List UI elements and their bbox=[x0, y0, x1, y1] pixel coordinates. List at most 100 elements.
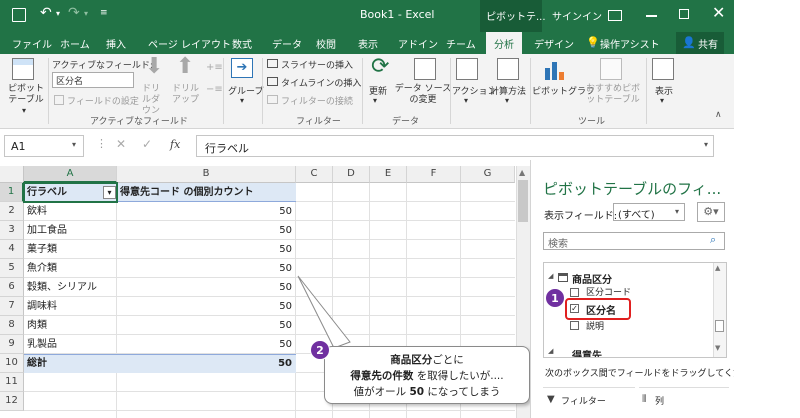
tab-formulas[interactable]: 数式 bbox=[232, 36, 252, 51]
row-value[interactable]: 50 bbox=[117, 297, 296, 316]
row-value[interactable]: 50 bbox=[117, 202, 296, 221]
collapse-field-icon[interactable]: −≡ bbox=[206, 84, 223, 95]
row-header[interactable]: 11 bbox=[0, 373, 24, 392]
scroll-up-icon[interactable]: ▲ bbox=[519, 168, 525, 177]
tab-data[interactable]: データ bbox=[272, 36, 302, 51]
row-label[interactable]: 菓子類 bbox=[27, 240, 57, 259]
name-box-dropdown-icon[interactable]: ▾ bbox=[72, 140, 76, 149]
table-collapse-icon[interactable]: ◢ bbox=[548, 272, 553, 280]
minimize-icon[interactable] bbox=[646, 15, 657, 17]
refresh-button[interactable]: 更新 bbox=[369, 84, 387, 97]
value-header[interactable]: 得意先コード の個別カウント bbox=[120, 183, 253, 202]
tab-file[interactable]: ファイル bbox=[12, 36, 52, 51]
recommended-pivot-button[interactable]: おすすめピボットテーブル bbox=[582, 84, 644, 106]
group-dropdown-icon[interactable]: ▾ bbox=[240, 96, 244, 105]
expand-field-icon[interactable]: +≡ bbox=[206, 62, 223, 73]
tab-design[interactable]: デザイン bbox=[534, 36, 574, 51]
total-label[interactable]: 総計 bbox=[27, 354, 47, 373]
drillup-icon[interactable]: ⬆ bbox=[176, 54, 194, 79]
col-header-d[interactable]: D bbox=[333, 166, 370, 183]
tab-insert[interactable]: 挿入 bbox=[106, 36, 126, 51]
row-header[interactable]: 8 bbox=[0, 316, 24, 335]
group-button[interactable]: グループ bbox=[228, 84, 263, 97]
field-list-scroll-up-icon[interactable]: ▲ bbox=[715, 264, 720, 272]
row-header[interactable]: 5 bbox=[0, 259, 24, 278]
insert-slicer-button[interactable]: スライサーの挿入 bbox=[281, 58, 353, 71]
col-header-a[interactable]: A bbox=[24, 166, 117, 183]
tab-analyze[interactable]: 分析 bbox=[486, 32, 522, 54]
scroll-thumb[interactable] bbox=[518, 180, 528, 222]
undo-dropdown-icon[interactable]: ▾ bbox=[56, 9, 60, 18]
row-header[interactable]: 9 bbox=[0, 335, 24, 354]
col-header-f[interactable]: F bbox=[407, 166, 461, 183]
field-list-scroll-down-icon[interactable]: ▼ bbox=[715, 344, 720, 352]
row-label[interactable]: 魚介類 bbox=[27, 259, 57, 278]
insert-timeline-button[interactable]: タイムラインの挿入 bbox=[281, 76, 361, 89]
tab-review[interactable]: 校閲 bbox=[316, 36, 336, 51]
action-icon[interactable] bbox=[456, 58, 478, 80]
redo-dropdown-icon[interactable]: ▾ bbox=[84, 9, 88, 18]
field-checkbox[interactable] bbox=[570, 288, 579, 297]
col-header-c[interactable]: C bbox=[296, 166, 333, 183]
expand-formula-icon[interactable]: ▾ bbox=[704, 140, 708, 149]
row-value[interactable]: 50 bbox=[117, 316, 296, 335]
row-header[interactable]: 10 bbox=[0, 354, 24, 373]
share-button[interactable]: 共有 bbox=[698, 36, 718, 51]
refresh-dropdown-icon[interactable]: ▾ bbox=[373, 96, 377, 105]
signin-link[interactable]: サインイン bbox=[552, 8, 602, 23]
row-label[interactable]: 穀類、シリアル bbox=[27, 278, 97, 297]
pivot-table-dropdown-icon[interactable]: ▾ bbox=[22, 106, 26, 115]
collapse-ribbon-icon[interactable]: ∧ bbox=[715, 110, 722, 120]
field-settings-button[interactable]: フィールドの設定 bbox=[67, 94, 139, 107]
filter-connections-button[interactable]: フィルターの接続 bbox=[281, 94, 353, 107]
tell-me-box[interactable]: 操作アシスト bbox=[600, 36, 660, 51]
row-value[interactable]: 50 bbox=[117, 240, 296, 259]
tab-page-layout[interactable]: ページ レイアウト bbox=[148, 36, 231, 51]
field-checkbox[interactable] bbox=[570, 321, 579, 330]
redo-icon[interactable]: ↷ bbox=[68, 5, 80, 21]
row-value[interactable]: 50 bbox=[117, 278, 296, 297]
save-icon[interactable] bbox=[12, 8, 26, 22]
recommended-pivot-icon[interactable] bbox=[600, 58, 622, 80]
actions-dropdown-icon[interactable]: ▾ bbox=[464, 96, 468, 105]
tab-team[interactable]: チーム bbox=[446, 36, 476, 51]
field-label[interactable]: 説明 bbox=[586, 319, 604, 332]
change-data-source-button[interactable]: データ ソースの変更 bbox=[394, 84, 452, 106]
col-header-e[interactable]: E bbox=[370, 166, 407, 183]
change-data-source-icon[interactable] bbox=[414, 58, 436, 80]
ribbon-display-options-icon[interactable] bbox=[608, 10, 622, 21]
pivot-table-button[interactable]: ピボットテーブル bbox=[4, 84, 48, 106]
col-header-g[interactable]: G bbox=[461, 166, 515, 183]
tab-view[interactable]: 表示 bbox=[358, 36, 378, 51]
field-label[interactable]: 区分コード bbox=[586, 285, 631, 298]
select-all-corner[interactable] bbox=[0, 166, 24, 183]
row-label[interactable]: 乳製品 bbox=[27, 335, 57, 354]
field-list-scroll-thumb[interactable] bbox=[715, 320, 724, 332]
formula-input[interactable]: 行ラベル bbox=[196, 135, 714, 157]
show-icon[interactable] bbox=[652, 58, 674, 80]
columns-area-box[interactable] bbox=[639, 387, 729, 417]
row-header[interactable]: 4 bbox=[0, 240, 24, 259]
row-header[interactable]: 1 bbox=[0, 183, 24, 202]
calculations-dropdown-icon[interactable]: ▾ bbox=[505, 96, 509, 105]
tab-home[interactable]: ホーム bbox=[60, 36, 90, 51]
row-value[interactable]: 50 bbox=[117, 259, 296, 278]
search-icon[interactable]: ⌕ bbox=[710, 233, 716, 247]
row-label[interactable]: 飲料 bbox=[27, 202, 47, 221]
show-fields-dropdown-icon[interactable]: ▾ bbox=[675, 207, 679, 216]
search-input[interactable]: 検索 bbox=[543, 232, 725, 250]
row-header[interactable]: 3 bbox=[0, 221, 24, 240]
total-value[interactable]: 50 bbox=[117, 354, 296, 373]
active-field-input[interactable]: 区分名 bbox=[52, 72, 134, 88]
row-header[interactable]: 12 bbox=[0, 392, 24, 411]
row-label[interactable]: 加工食品 bbox=[27, 221, 67, 240]
row-label[interactable]: 調味料 bbox=[27, 297, 57, 316]
refresh-icon[interactable]: ⟳ bbox=[371, 54, 389, 79]
insert-function-icon[interactable]: fx bbox=[170, 138, 180, 151]
drilldown-icon[interactable]: ⬇ bbox=[145, 54, 163, 79]
row-header[interactable]: 6 bbox=[0, 278, 24, 297]
row-header[interactable]: 2 bbox=[0, 202, 24, 221]
tab-addins[interactable]: アドイン bbox=[398, 36, 438, 51]
row-label[interactable]: 肉類 bbox=[27, 316, 47, 335]
close-icon[interactable]: ✕ bbox=[712, 3, 725, 22]
